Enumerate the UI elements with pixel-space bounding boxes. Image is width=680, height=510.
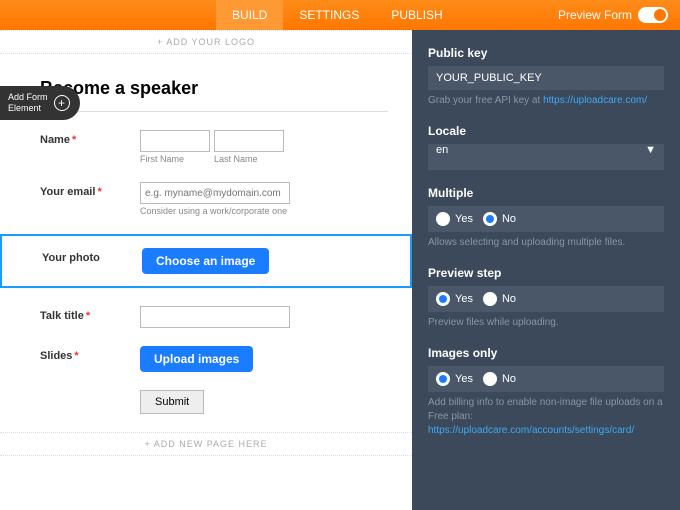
add-page-zone[interactable]: + ADD NEW PAGE HERE [0,432,412,456]
preview-yes-radio[interactable]: Yes [436,292,473,306]
locale-select[interactable]: en▼ [428,144,664,170]
form-title: Become a speaker [40,78,388,99]
billing-link[interactable]: https://uploadcare.com/accounts/settings… [428,425,634,436]
locale-label: Locale [428,124,664,138]
add-form-element-button[interactable]: Add Form Element + [0,86,80,120]
preview-step-label: Preview step [428,266,664,280]
api-key-link[interactable]: https://uploadcare.com/ [543,95,647,106]
talk-title-input[interactable] [140,306,290,328]
slides-label: Slides [40,350,72,362]
last-name-input[interactable] [214,130,284,152]
preview-label: Preview Form [558,8,632,22]
add-logo-zone[interactable]: + ADD YOUR LOGO [0,30,412,54]
email-input[interactable] [140,182,290,204]
talk-title-label: Talk title [40,310,84,322]
images-no-radio[interactable]: No [483,372,516,386]
submit-button[interactable]: Submit [140,390,204,414]
choose-image-button[interactable]: Choose an image [142,248,269,274]
multiple-label: Multiple [428,186,664,200]
multiple-yes-radio[interactable]: Yes [436,212,473,226]
plus-icon: + [54,95,70,111]
email-label: Your email [40,186,95,198]
images-yes-radio[interactable]: Yes [436,372,473,386]
multiple-no-radio[interactable]: No [483,212,516,226]
tab-build[interactable]: BUILD [216,0,283,30]
tab-publish[interactable]: PUBLISH [375,0,458,30]
public-key-label: Public key [428,46,664,60]
name-label: Name [40,134,70,146]
tab-settings[interactable]: SETTINGS [283,0,375,30]
preview-no-radio[interactable]: No [483,292,516,306]
first-name-input[interactable] [140,130,210,152]
photo-label: Your photo [42,248,142,264]
upload-images-button[interactable]: Upload images [140,346,253,372]
public-key-input[interactable] [428,66,664,90]
preview-toggle[interactable] [638,7,668,23]
images-only-label: Images only [428,346,664,360]
